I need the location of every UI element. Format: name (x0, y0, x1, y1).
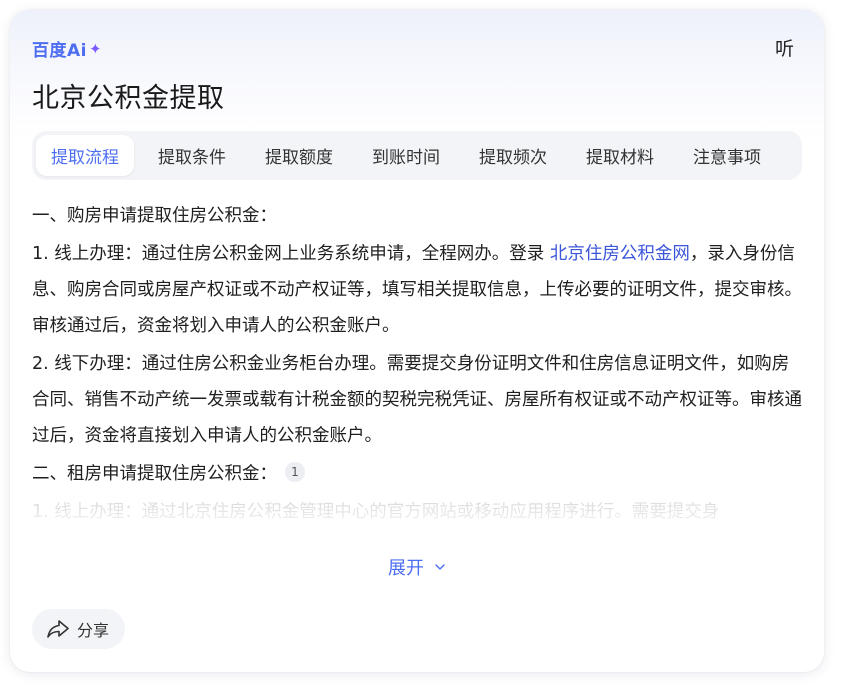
section-heading-text: 二、租房申请提取住房公积金： (32, 464, 277, 484)
answer-card: 百度Ai ✦ 听 北京公积金提取 提取流程 提取条件 提取额度 到账时间 提取频… (10, 10, 824, 672)
listen-button[interactable]: 听 (775, 34, 794, 61)
tab-withdraw-conditions[interactable]: 提取条件 (143, 135, 241, 176)
tab-withdraw-amount[interactable]: 提取额度 (250, 135, 348, 176)
share-button[interactable]: 分享 (32, 609, 126, 649)
chevron-down-icon (435, 564, 445, 570)
section-heading: 二、租房申请提取住房公积金： 1 (32, 456, 804, 492)
reference-badge[interactable]: 1 (285, 462, 305, 482)
expand-button[interactable]: 展开 (388, 554, 446, 580)
answer-content: 一、购房申请提取住房公积金： 1. 线上办理：通过住房公积金网上业务系统申请，全… (32, 198, 804, 532)
tab-withdraw-frequency[interactable]: 提取频次 (464, 135, 562, 176)
tab-withdraw-materials[interactable]: 提取材料 (571, 135, 669, 176)
expand-row: 展开 (10, 554, 824, 580)
list-item: 2. 线下办理：通过住房公积金业务柜台办理。需要提交身份证明文件和住房信息证明文… (32, 354, 802, 446)
tab-notes[interactable]: 注意事项 (678, 135, 776, 176)
tab-withdraw-process[interactable]: 提取流程 (36, 135, 134, 176)
expand-label: 展开 (388, 558, 424, 579)
share-label: 分享 (77, 621, 110, 640)
sparkle-icon: ✦ (88, 39, 103, 58)
header-background (10, 10, 824, 140)
brand-logo: 百度Ai ✦ (32, 36, 103, 62)
item-text: 1. 线上办理：通过住房公积金网上业务系统申请，全程网办。登录 (32, 244, 550, 264)
brand-text: 百度Ai (32, 41, 87, 61)
tab-bar: 提取流程 提取条件 提取额度 到账时间 提取频次 提取材料 注意事项 (32, 131, 802, 180)
section-heading: 一、购房申请提取住房公积金： (32, 206, 277, 226)
faded-preview-line: 1. 线上办理：通过北京住房公积金管理中心的官方网站或移动应用程序进行。需要提交… (32, 502, 720, 522)
list-item: 1. 线上办理：通过住房公积金网上业务系统申请，全程网办。登录 北京住房公积金网… (32, 236, 804, 344)
share-icon (47, 620, 69, 638)
page-title: 北京公积金提取 (32, 83, 225, 114)
tab-arrival-time[interactable]: 到账时间 (357, 135, 455, 176)
gjj-website-link[interactable]: 北京住房公积金网 (550, 244, 690, 264)
